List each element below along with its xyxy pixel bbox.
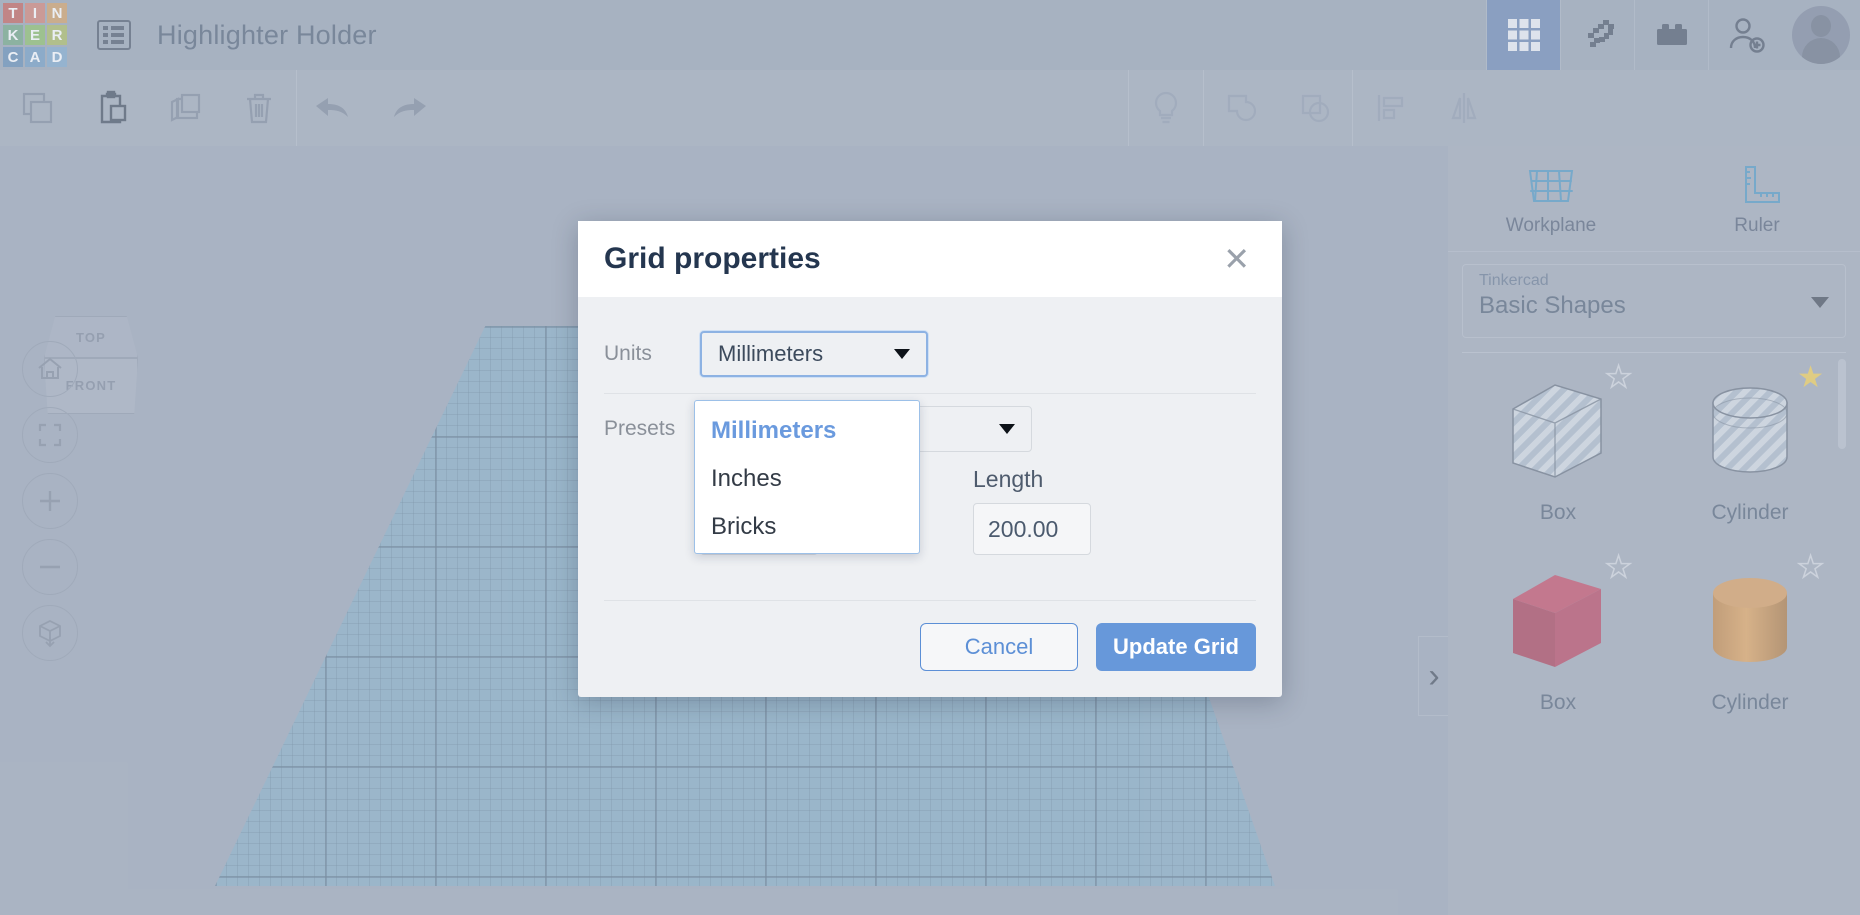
cancel-button[interactable]: Cancel [920,623,1078,671]
divider [604,600,1256,601]
caret-down-icon [894,349,910,359]
units-row: Units Millimeters [604,323,1256,385]
grid-properties-dialog: Grid properties ✕ Units Millimeters Pres… [578,221,1282,697]
caret-down-icon [999,424,1015,434]
length-field-group: Length 200.00 [973,466,1091,555]
units-option-inches[interactable]: Inches [695,455,919,503]
dialog-header: Grid properties ✕ [578,221,1282,297]
presets-label: Presets [604,417,676,440]
units-select[interactable]: Millimeters [700,331,928,377]
divider [604,393,1256,394]
units-dropdown-list[interactable]: Millimeters Inches Bricks [694,400,920,554]
dialog-body: Units Millimeters Presets Width 200.00 [578,297,1282,555]
units-option-bricks[interactable]: Bricks [695,503,919,551]
dialog-footer: Cancel Update Grid [604,600,1256,671]
dialog-title: Grid properties [604,242,821,275]
length-input[interactable]: 200.00 [973,503,1091,555]
update-grid-button[interactable]: Update Grid [1096,623,1256,671]
units-option-millimeters[interactable]: Millimeters [695,407,919,455]
length-label: Length [973,466,1044,492]
dialog-buttons: Cancel Update Grid [604,623,1256,671]
units-value: Millimeters [718,341,824,366]
close-icon[interactable]: ✕ [1217,243,1256,275]
units-label: Units [604,342,652,365]
tinkercad-app: TINKERCAD Highlighter Holder TOP FRONT ›… [0,0,1860,915]
